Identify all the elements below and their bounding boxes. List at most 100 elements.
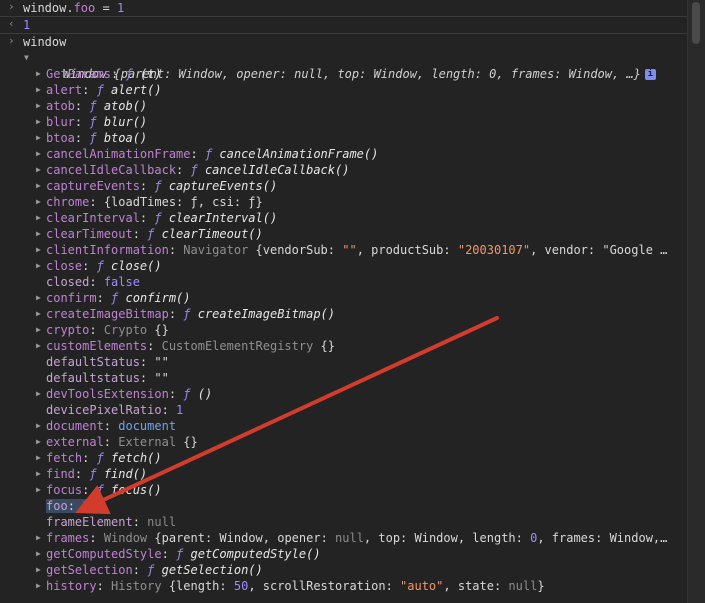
- property-separator: :: [111, 67, 126, 81]
- property-value: false: [103, 275, 140, 289]
- property-row-GetParams[interactable]: ▶ GetParams: ƒ (t): [0, 66, 688, 82]
- console-input-text[interactable]: window: [23, 34, 688, 50]
- property-row-clientInformation[interactable]: ▶ clientInformation: Navigator {vendorSub…: [0, 242, 688, 258]
- expand-triangle-icon[interactable]: ▶: [36, 258, 41, 274]
- property-row-captureEvents[interactable]: ▶ captureEvents: ƒ captureEvents(): [0, 178, 688, 194]
- expand-triangle-icon[interactable]: ▶: [36, 530, 41, 546]
- expand-triangle-icon[interactable]: ▶: [36, 242, 41, 258]
- expand-triangle-icon[interactable]: ▶: [36, 418, 41, 434]
- expand-triangle-icon[interactable]: ▶: [36, 290, 41, 306]
- expand-triangle-icon[interactable]: ▶: [36, 226, 41, 242]
- property-key: defaultStatus: [46, 355, 140, 369]
- property-value: document: [118, 419, 177, 433]
- property-key: atob: [46, 99, 75, 113]
- property-row-clearInterval[interactable]: ▶ clearInterval: ƒ clearInterval(): [0, 210, 688, 226]
- property-row-customElements[interactable]: ▶ customElements: CustomElementRegistry {…: [0, 338, 688, 354]
- property-row-getComputedStyle[interactable]: ▶ getComputedStyle: ƒ getComputedStyle(): [0, 546, 688, 562]
- console-output-value: 1: [23, 18, 31, 32]
- expand-triangle-icon[interactable]: ▶: [36, 482, 41, 498]
- function-glyph: ƒ: [183, 307, 198, 321]
- property-row-blur[interactable]: ▶ blur: ƒ blur(): [0, 114, 688, 130]
- property-row-history[interactable]: ▶ history: History {length: 50, scrollRes…: [0, 578, 688, 594]
- property-separator: :: [161, 403, 177, 417]
- property-row-alert[interactable]: ▶ alert: ƒ alert(): [0, 82, 688, 98]
- expand-triangle-icon[interactable]: ▶: [36, 66, 41, 82]
- expand-triangle-icon[interactable]: ▶: [36, 546, 41, 562]
- property-value: 1: [82, 499, 90, 513]
- property-row-chrome[interactable]: ▶ chrome: {loadTimes: ƒ, csi: ƒ}: [0, 194, 688, 210]
- console-entry-output: ‹ 1: [0, 17, 688, 34]
- function-glyph: ƒ: [89, 99, 104, 113]
- property-entry: defaultstatus: "": [46, 371, 169, 385]
- expand-triangle-icon[interactable]: ▶: [36, 322, 41, 338]
- property-row-createImageBitmap[interactable]: ▶ createImageBitmap: ƒ createImageBitmap(…: [0, 306, 688, 322]
- expand-triangle-icon[interactable]: ▶: [36, 450, 41, 466]
- property-row-frameElement: frameElement: null: [0, 514, 688, 530]
- property-row-document[interactable]: ▶ document: document: [0, 418, 688, 434]
- console-input-text[interactable]: window.foo = 1: [23, 0, 688, 16]
- expand-triangle-icon[interactable]: ▶: [36, 114, 41, 130]
- property-entry: document: document: [46, 419, 176, 433]
- property-row-focus[interactable]: ▶ focus: ƒ focus(): [0, 482, 688, 498]
- expand-triangle-icon[interactable]: ▶: [36, 178, 41, 194]
- property-entry: crypto: Crypto {}: [46, 323, 169, 337]
- property-row-atob[interactable]: ▶ atob: ƒ atob(): [0, 98, 688, 114]
- function-signature: clearInterval(): [168, 211, 278, 225]
- property-row-close[interactable]: ▶ close: ƒ close(): [0, 258, 688, 274]
- property-row-closed: closed: false: [0, 274, 688, 290]
- property-key: fetch: [46, 451, 83, 465]
- property-row-cancelIdleCallback[interactable]: ▶ cancelIdleCallback: ƒ cancelIdleCallbac…: [0, 162, 688, 178]
- property-key: cancelIdleCallback: [46, 163, 177, 177]
- property-row-foo: foo: 1: [0, 498, 688, 514]
- expand-triangle-icon[interactable]: ▶: [36, 130, 41, 146]
- property-row-fetch[interactable]: ▶ fetch: ƒ fetch(): [0, 450, 688, 466]
- object-type-label: Crypto: [103, 323, 148, 337]
- expand-triangle-icon[interactable]: ▶: [36, 82, 41, 98]
- property-separator: :: [96, 579, 112, 593]
- property-row-clearTimeout[interactable]: ▶ clearTimeout: ƒ clearTimeout(): [0, 226, 688, 242]
- property-entry: fetch: ƒ fetch(): [46, 451, 162, 465]
- property-key: devicePixelRatio: [46, 403, 162, 417]
- window-object-summary[interactable]: ▼ Window {parent: Window, opener: null, t…: [0, 50, 688, 81]
- property-separator: :: [96, 291, 112, 305]
- expand-triangle-icon[interactable]: ▶: [36, 562, 41, 578]
- property-row-getSelection[interactable]: ▶ getSelection: ƒ getSelection(): [0, 562, 688, 578]
- expand-triangle-icon[interactable]: ▶: [36, 162, 41, 178]
- expand-triangle-icon[interactable]: ▶: [36, 210, 41, 226]
- property-entry: getComputedStyle: ƒ getComputedStyle(): [46, 547, 321, 561]
- object-type-label: Window: [103, 531, 148, 545]
- property-entry: close: ƒ close(): [46, 259, 162, 273]
- property-row-cancelAnimationFrame[interactable]: ▶ cancelAnimationFrame: ƒ cancelAnimation…: [0, 146, 688, 162]
- expand-triangle-icon[interactable]: ▶: [36, 306, 41, 322]
- property-separator: :: [89, 323, 104, 337]
- property-value: Crypto {}: [104, 323, 169, 337]
- object-type-label: History: [111, 579, 162, 593]
- expand-triangle-icon[interactable]: ▶: [36, 146, 41, 162]
- function-glyph: ƒ: [183, 387, 198, 401]
- value-token: {length:: [161, 579, 234, 593]
- property-row-external[interactable]: ▶ external: External {}: [0, 434, 688, 450]
- window-properties-list: ▶ GetParams: ƒ (t) ▶ alert: ƒ alert() ▶ atob:…: [0, 66, 688, 594]
- expand-triangle-icon[interactable]: ▶: [36, 434, 41, 450]
- property-row-crypto[interactable]: ▶ crypto: Crypto {}: [0, 322, 688, 338]
- expand-triangle-icon[interactable]: ▶: [36, 386, 41, 402]
- expand-triangle-icon[interactable]: ▶: [36, 466, 41, 482]
- expand-triangle-icon[interactable]: ▶: [36, 98, 41, 114]
- property-row-find[interactable]: ▶ find: ƒ find(): [0, 466, 688, 482]
- property-row-confirm[interactable]: ▶ confirm: ƒ confirm(): [0, 290, 688, 306]
- chevron-left-icon: ‹: [8, 17, 15, 30]
- property-row-btoa[interactable]: ▶ btoa: ƒ btoa(): [0, 130, 688, 146]
- property-row-frames[interactable]: ▶ frames: Window {parent: Window, opener:…: [0, 530, 688, 546]
- scrollbar-thumb[interactable]: [692, 2, 700, 44]
- property-entry: createImageBitmap: ƒ createImageBitmap(): [46, 307, 335, 321]
- property-key: confirm: [46, 291, 97, 305]
- property-separator: :: [103, 435, 119, 449]
- property-value: CustomElementRegistry {}: [162, 339, 335, 353]
- property-row-devToolsExtension[interactable]: ▶ devToolsExtension: ƒ (): [0, 386, 688, 402]
- expand-triangle-icon[interactable]: ▶: [36, 338, 41, 354]
- expand-triangle-icon[interactable]: ▶: [36, 194, 41, 210]
- expanded-triangle-icon[interactable]: ▼: [24, 50, 29, 66]
- console-scrollbar[interactable]: [687, 0, 705, 603]
- expand-triangle-icon[interactable]: ▶: [36, 578, 41, 594]
- function-glyph: ƒ: [89, 131, 104, 145]
